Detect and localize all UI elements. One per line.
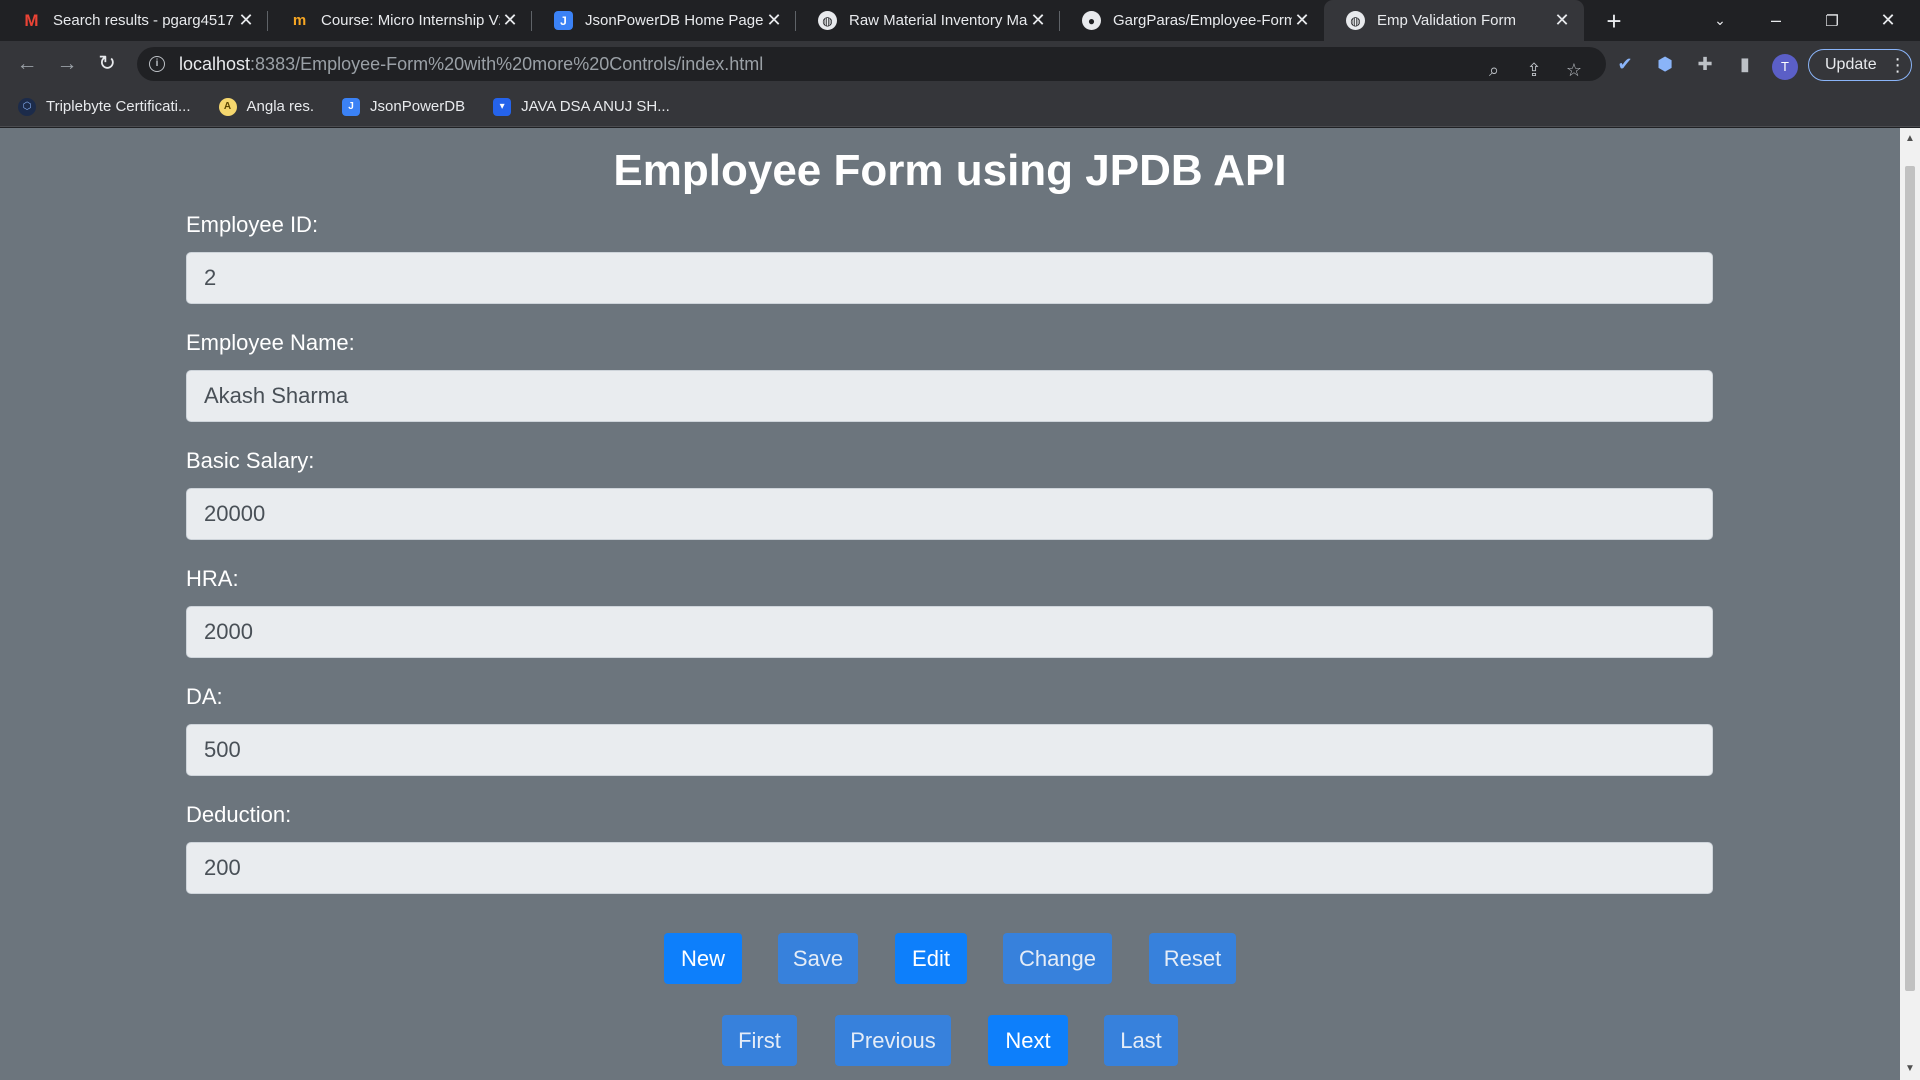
scrollbar-thumb[interactable] <box>1905 166 1915 991</box>
extensions-puzzle-icon[interactable]: ✚ <box>1688 47 1722 81</box>
bookmark-triplebyte[interactable]: ⬡ Triplebyte Certificati... <box>18 97 191 116</box>
profile-avatar[interactable]: T <box>1772 54 1798 80</box>
employee-id-input[interactable] <box>186 252 1713 304</box>
bookmark-angla[interactable]: A Angla res. <box>218 97 315 116</box>
da-label: DA: <box>186 684 223 709</box>
basic-salary-input[interactable] <box>186 488 1713 540</box>
tab-strip: M Search results - pgarg4517 ✕ m Course:… <box>0 0 1920 41</box>
first-button[interactable]: First <box>722 1015 797 1066</box>
jsonpowerdb-icon: J <box>342 97 361 116</box>
extension-check-icon[interactable]: ✔ <box>1608 47 1642 81</box>
scroll-down-icon[interactable]: ▼ <box>1904 1063 1916 1075</box>
change-button[interactable]: Change <box>1003 933 1112 984</box>
new-button[interactable]: New <box>664 933 742 984</box>
course-icon: m <box>292 12 307 29</box>
tab-search-chevron-icon[interactable]: ⌄ <box>1692 0 1748 41</box>
bookmark-label: JAVA DSA ANUJ SH... <box>521 98 670 115</box>
edit-button[interactable]: Edit <box>895 933 967 984</box>
da-input[interactable] <box>186 724 1713 776</box>
globe-icon: ◍ <box>818 11 837 30</box>
minimize-icon[interactable]: – <box>1748 0 1804 41</box>
page-title: Employee Form using JPDB API <box>613 146 1287 195</box>
bookmark-label: Triplebyte Certificati... <box>46 98 191 115</box>
close-icon[interactable]: ✕ <box>764 10 784 31</box>
employee-name-input[interactable] <box>186 370 1713 422</box>
share-icon[interactable]: ⇪ <box>1517 53 1551 87</box>
github-icon: ● <box>1082 11 1101 30</box>
url-host: localhost <box>179 53 251 74</box>
bookmark-label: JsonPowerDB <box>370 98 466 115</box>
site-info-icon[interactable]: i <box>149 56 165 72</box>
employee-name-label: Employee Name: <box>186 330 355 355</box>
extension-cube-icon[interactable]: ⬢ <box>1648 47 1682 81</box>
tab-title: Raw Material Inventory Man <box>849 12 1028 29</box>
forward-icon[interactable]: → <box>52 49 82 79</box>
bookmark-star-icon[interactable]: ☆ <box>1557 53 1591 87</box>
menu-dots-icon[interactable]: ⋮ <box>1889 55 1907 76</box>
jsonpowerdb-icon: J <box>554 11 573 30</box>
previous-button[interactable]: Previous <box>835 1015 951 1066</box>
hra-label: HRA: <box>186 566 239 591</box>
tab-emp-validation[interactable]: ◍ Emp Validation Form ✕ <box>1324 0 1584 41</box>
deduction-label: Deduction: <box>186 802 292 827</box>
reset-button[interactable]: Reset <box>1149 933 1236 984</box>
tab-raw-material[interactable]: ◍ Raw Material Inventory Man ✕ <box>796 0 1060 41</box>
bookmarks-bar: ⬡ Triplebyte Certificati... A Angla res.… <box>0 87 1920 127</box>
tab-title: GargParas/Employee-Form <box>1113 12 1292 29</box>
reload-icon[interactable]: ↻ <box>92 49 122 79</box>
tab-github[interactable]: ● GargParas/Employee-Form ✕ <box>1060 0 1324 41</box>
tab-gmail[interactable]: M Search results - pgarg4517 ✕ <box>0 0 268 41</box>
close-icon[interactable]: ✕ <box>1552 10 1572 31</box>
update-label: Update <box>1825 56 1877 73</box>
java-dsa-icon: ▾ <box>493 97 512 116</box>
back-icon[interactable]: ← <box>12 49 42 79</box>
triplebyte-icon: ⬡ <box>18 97 36 116</box>
scroll-up-icon[interactable]: ▲ <box>1904 133 1916 145</box>
tab-course[interactable]: m Course: Micro Internship V2 ✕ <box>268 0 532 41</box>
bookmark-label: Angla res. <box>246 98 315 115</box>
new-tab-button[interactable]: + <box>1599 6 1629 36</box>
tab-title: Emp Validation Form <box>1377 12 1516 29</box>
close-icon[interactable]: ✕ <box>236 10 256 31</box>
close-icon[interactable]: ✕ <box>1028 10 1048 31</box>
gmail-icon: M <box>24 10 39 30</box>
url-path: :8383/Employee-Form%20with%20more%20Cont… <box>250 53 764 74</box>
last-button[interactable]: Last <box>1104 1015 1178 1066</box>
page-scrollbar[interactable]: ▲ ▼ <box>1900 128 1920 1080</box>
update-button[interactable]: Update ⋮ <box>1808 49 1912 81</box>
deduction-input[interactable] <box>186 842 1713 894</box>
employee-id-label: Employee ID: <box>186 212 319 237</box>
tab-title: Search results - pgarg4517 <box>53 12 234 29</box>
next-button[interactable]: Next <box>988 1015 1068 1066</box>
tab-jsonpowerdb[interactable]: J JsonPowerDB Home Page ✕ <box>532 0 796 41</box>
save-button[interactable]: Save <box>778 933 858 984</box>
zoom-icon[interactable]: ⌕ <box>1477 53 1511 87</box>
bookmark-java-dsa[interactable]: ▾ JAVA DSA ANUJ SH... <box>493 97 670 116</box>
tab-title: JsonPowerDB Home Page <box>585 12 764 29</box>
close-icon[interactable]: ✕ <box>500 10 520 31</box>
tab-title: Course: Micro Internship V2 <box>321 12 500 29</box>
browser-toolbar: ← → ↻ i localhost:8383/Employee-Form%20w… <box>0 41 1920 87</box>
hra-input[interactable] <box>186 606 1713 658</box>
bookmark-jsonpowerdb[interactable]: J JsonPowerDB <box>342 97 466 116</box>
close-icon[interactable]: ✕ <box>1292 10 1312 31</box>
restore-icon[interactable]: ❐ <box>1804 0 1860 41</box>
basic-salary-label: Basic Salary: <box>186 448 315 473</box>
page-viewport: Employee Form using JPDB API Employee ID… <box>0 128 1900 1080</box>
side-panel-icon[interactable]: ▮ <box>1728 47 1762 81</box>
globe-icon: ◍ <box>1346 11 1365 30</box>
window-close-icon[interactable]: ✕ <box>1860 0 1916 41</box>
address-bar[interactable]: i localhost:8383/Employee-Form%20with%20… <box>137 47 1606 81</box>
angla-icon: A <box>218 97 237 116</box>
